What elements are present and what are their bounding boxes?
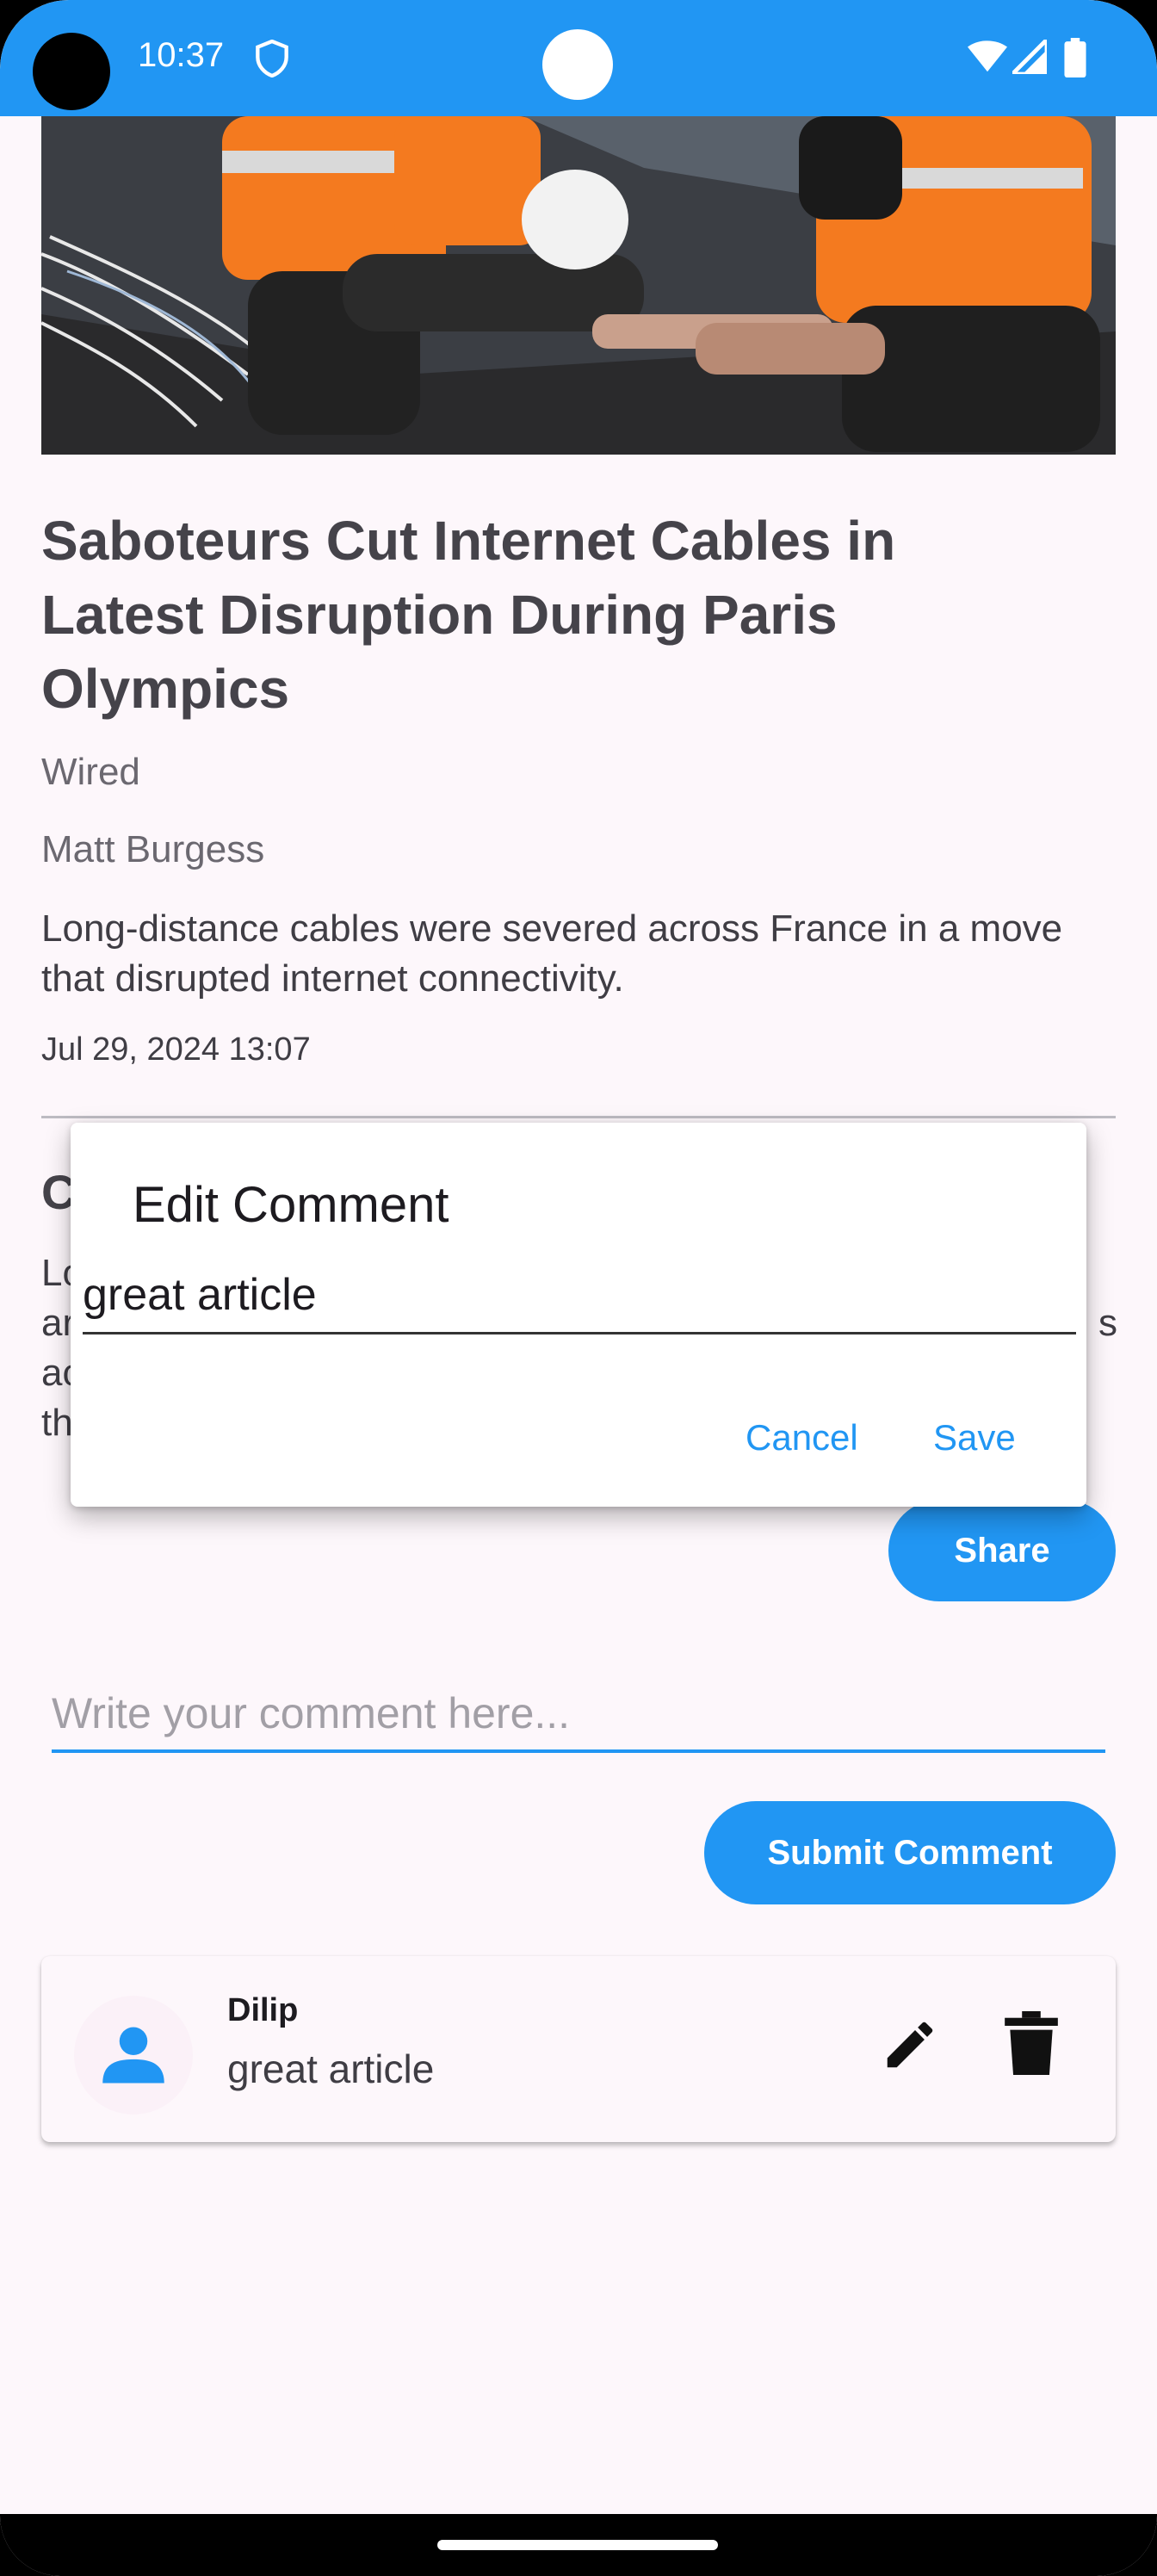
comment-card: Dilip great article	[41, 1956, 1116, 2142]
status-bar: 10:37	[0, 0, 1157, 116]
article-image	[41, 116, 1116, 455]
edit-comment-dialog: Edit Comment Cancel Save	[71, 1123, 1086, 1507]
article-summary: Long-distance cables were severed across…	[41, 907, 1063, 1000]
edit-comment-field[interactable]	[83, 1260, 1076, 1329]
signal-icon	[1012, 40, 1047, 74]
article-date: Jul 29, 2024 13:07	[41, 1031, 311, 1068]
dialog-title: Edit Comment	[133, 1177, 449, 1233]
battery-icon	[1064, 38, 1086, 77]
content-line-end: s	[1098, 1302, 1117, 1344]
article-headline: Saboteurs Cut Internet Cables in Latest …	[41, 510, 896, 720]
comment-text: great article	[227, 2047, 435, 2091]
comment-username: Dilip	[227, 1992, 299, 2028]
camera-cutout	[33, 33, 110, 110]
edit-icon[interactable]	[880, 2015, 940, 2075]
comment-input-container	[52, 1679, 1105, 1753]
save-button[interactable]: Save	[933, 1417, 1016, 1458]
divider	[41, 1116, 1116, 1118]
delete-icon[interactable]	[1004, 2011, 1059, 2075]
share-button[interactable]: Share	[888, 1500, 1116, 1601]
app-screen: 10:37 Saboteurs Cut Internet Cables in L…	[0, 0, 1157, 2576]
person-icon	[102, 2027, 164, 2084]
article-source: Wired	[41, 751, 140, 793]
cancel-button[interactable]: Cancel	[746, 1417, 858, 1458]
comment-input[interactable]	[52, 1679, 1105, 1748]
article-author: Matt Burgess	[41, 828, 265, 870]
front-camera	[542, 29, 613, 100]
status-time: 10:37	[138, 36, 225, 74]
construction-workers-photo	[41, 116, 1116, 455]
submit-comment-button[interactable]: Submit Comment	[704, 1801, 1116, 1904]
shield-icon	[256, 40, 288, 77]
home-indicator[interactable]	[437, 2540, 718, 2550]
edit-comment-field-container	[83, 1260, 1076, 1334]
wifi-icon	[968, 40, 1007, 72]
avatar	[74, 1996, 193, 2115]
